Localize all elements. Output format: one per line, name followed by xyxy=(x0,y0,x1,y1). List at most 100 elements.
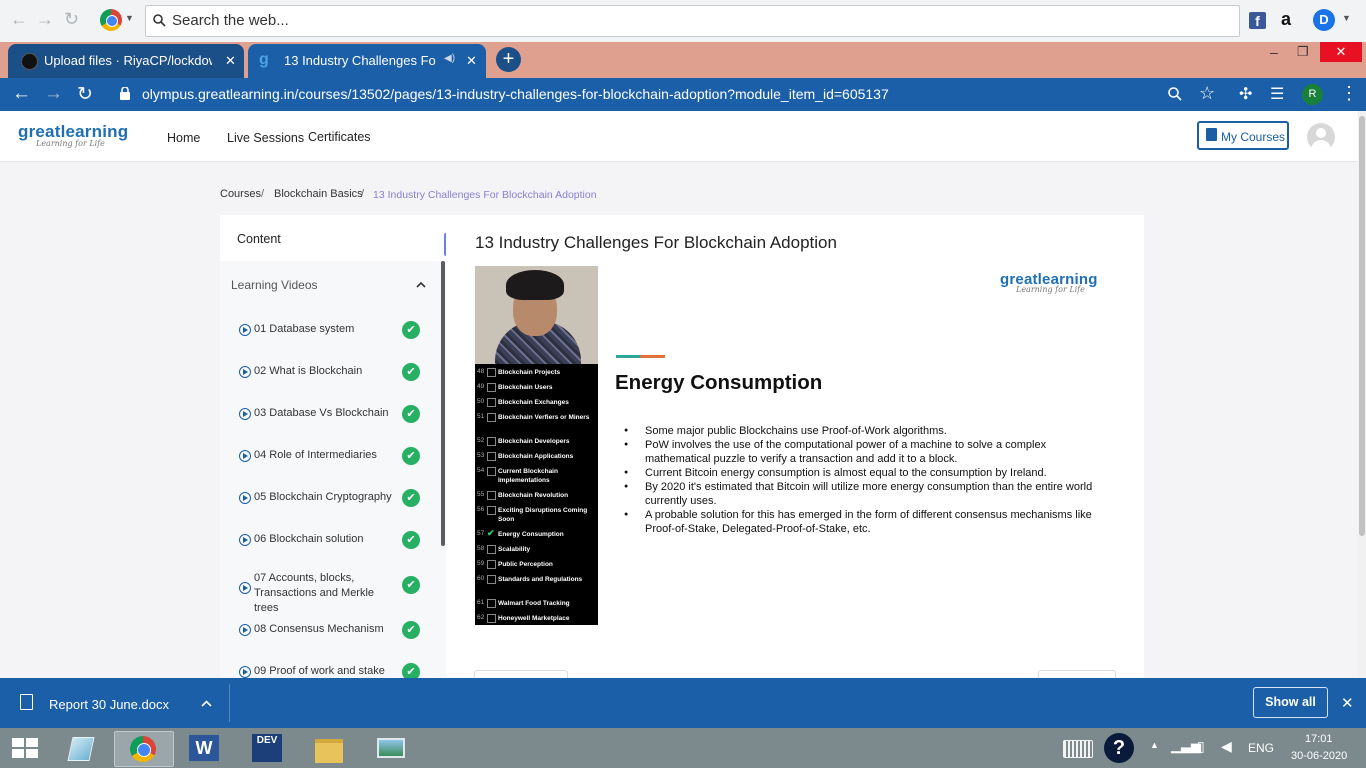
close-window-button[interactable]: ✕ xyxy=(1320,42,1362,62)
lock-icon[interactable] xyxy=(120,87,130,100)
lesson-item[interactable]: 04 Role of Intermediaries ✔ xyxy=(239,436,429,476)
facebook-icon[interactable]: f xyxy=(1249,12,1266,29)
forward-icon[interactable]: → xyxy=(36,9,54,30)
amazon-icon[interactable]: a xyxy=(1281,9,1291,30)
lesson-item[interactable]: 08 Consensus Mechanism ✔ xyxy=(239,610,429,650)
lesson-item[interactable]: 03 Database Vs Blockchain ✔ xyxy=(239,394,429,434)
play-icon xyxy=(239,450,251,462)
profile-avatar[interactable]: R xyxy=(1302,84,1323,105)
close-downloads-button[interactable]: ✕ xyxy=(1341,694,1354,712)
slide-bullet: Some major public Blockchains use Proof-… xyxy=(624,424,1096,438)
my-courses-button[interactable]: My Courses xyxy=(1197,121,1289,150)
slide-accent-bar xyxy=(616,355,640,358)
close-tab-icon[interactable]: ✕ xyxy=(225,53,236,69)
maximize-button[interactable]: ❐ xyxy=(1297,44,1309,60)
lesson-item[interactable]: 01 Database system ✔ xyxy=(239,310,429,350)
site-header: greatlearning Learning for Life Home Liv… xyxy=(0,111,1366,162)
tab-blockchain-adoption[interactable]: g 13 Industry Challenges For Bl ◀) ✕ xyxy=(248,44,486,78)
search-placeholder: Search the web... xyxy=(172,12,289,29)
breadcrumb-courses[interactable]: Courses xyxy=(220,188,261,200)
task-view-icon[interactable] xyxy=(62,731,98,765)
zoom-icon[interactable] xyxy=(1168,87,1182,101)
clock-time[interactable]: 17:01 xyxy=(1305,733,1333,745)
play-icon xyxy=(239,534,251,546)
completed-check-icon: ✔ xyxy=(402,576,420,594)
divider xyxy=(229,684,230,722)
download-filename[interactable]: Report 30 June.docx xyxy=(49,697,169,712)
completed-check-icon: ✔ xyxy=(402,489,420,507)
lesson-item[interactable]: 06 Blockchain solution ✔ xyxy=(239,520,429,560)
web-search-box[interactable]: Search the web... xyxy=(145,5,1240,37)
breadcrumb-blockchain-basics[interactable]: Blockchain Basics xyxy=(274,188,363,200)
extension-d-icon[interactable]: D xyxy=(1313,9,1335,31)
completed-check-icon: ✔ xyxy=(402,447,420,465)
lesson-item[interactable]: 09 Proof of work and stake ✔ xyxy=(239,652,429,678)
chrome-taskbar-icon[interactable] xyxy=(114,731,174,767)
forward-icon[interactable]: → xyxy=(44,83,63,105)
lesson-title: 06 Blockchain solution xyxy=(254,533,364,545)
chevron-down-icon[interactable]: ▼ xyxy=(125,13,134,23)
slide-bullet: A probable solution for this has emerged… xyxy=(624,508,1096,536)
new-tab-button[interactable]: + xyxy=(496,47,521,72)
completed-check-icon: ✔ xyxy=(402,405,420,423)
play-icon xyxy=(239,366,251,378)
tab-upload-files[interactable]: Upload files · RiyaCP/lockdown-c ✕ xyxy=(8,44,244,78)
media-queue-icon[interactable]: ☰ xyxy=(1270,84,1284,104)
menu-kebab-icon[interactable]: ⋮ xyxy=(1340,83,1358,104)
lesson-item[interactable]: 07 Accounts, blocks, Transactions and Me… xyxy=(239,566,429,614)
greatlearning-logo[interactable]: greatlearning Learning for Life xyxy=(18,122,128,148)
windows-start-icon[interactable] xyxy=(12,738,38,758)
slide-title: Energy Consumption xyxy=(615,371,823,394)
dev-cpp-icon[interactable]: DEV xyxy=(249,731,285,765)
back-icon[interactable]: ← xyxy=(10,9,28,30)
clock-date[interactable]: 30-06-2020 xyxy=(1291,750,1347,762)
lesson-title: 03 Database Vs Blockchain xyxy=(254,407,389,419)
page-scrollbar[interactable] xyxy=(1358,111,1366,678)
url-field[interactable]: olympus.greatlearning.in/courses/13502/p… xyxy=(142,86,889,102)
user-avatar[interactable] xyxy=(1307,123,1335,151)
reload-icon[interactable]: ↻ xyxy=(64,9,79,30)
slide-logo: greatlearning Learning for Life xyxy=(1000,271,1098,294)
nav-certificates[interactable]: Certificates xyxy=(308,130,371,144)
help-icon[interactable]: ? xyxy=(1104,733,1134,763)
completed-check-icon: ✔ xyxy=(402,621,420,639)
lesson-item[interactable]: 02 What is Blockchain ✔ xyxy=(239,352,429,392)
downloads-bar: Report 30 June.docx Show all ✕ xyxy=(0,678,1366,728)
chrome-logo-icon[interactable] xyxy=(100,9,122,31)
file-explorer-icon[interactable] xyxy=(311,731,347,765)
lesson-item[interactable]: 05 Blockchain Cryptography ✔ xyxy=(239,478,429,518)
show-all-button[interactable]: Show all xyxy=(1253,687,1328,718)
section-title[interactable]: Learning Videos xyxy=(231,278,318,292)
audio-playing-icon[interactable]: ◀) xyxy=(444,53,455,64)
language-indicator[interactable]: ENG xyxy=(1248,741,1274,755)
back-icon[interactable]: ← xyxy=(12,83,31,105)
close-tab-icon[interactable]: ✕ xyxy=(466,53,477,69)
reload-icon[interactable]: ↻ xyxy=(77,83,93,106)
chevron-down-icon[interactable]: ▼ xyxy=(1342,13,1351,23)
keyboard-icon[interactable] xyxy=(1063,740,1093,758)
page-title: 13 Industry Challenges For Blockchain Ad… xyxy=(475,233,837,252)
show-hidden-icons-icon[interactable]: ▲ xyxy=(1150,740,1159,750)
chevron-up-icon[interactable] xyxy=(201,700,212,707)
volume-icon[interactable]: ◀ xyxy=(1221,738,1232,755)
tab-strip: Upload files · RiyaCP/lockdown-c ✕ g 13 … xyxy=(0,42,1366,78)
windows-taskbar: W DEV ? ▲ ▁▃▅ ▯ ◀ ENG 17:01 30-06-2020 xyxy=(0,728,1366,768)
photos-icon[interactable] xyxy=(373,731,409,765)
book-icon xyxy=(1206,128,1217,141)
sidebar-scrollbar[interactable] xyxy=(441,261,445,546)
nav-home[interactable]: Home xyxy=(167,131,200,145)
bookmark-star-icon[interactable]: ☆ xyxy=(1199,83,1215,104)
presenter-video[interactable] xyxy=(475,266,598,364)
extensions-puzzle-icon[interactable]: ✣ xyxy=(1239,84,1252,104)
completed-check-icon: ✔ xyxy=(402,321,420,339)
slide-bullet: By 2020 it's estimated that Bitcoin will… xyxy=(624,480,1096,508)
chevron-up-icon[interactable] xyxy=(416,281,426,288)
play-icon xyxy=(239,582,251,594)
word-icon[interactable]: W xyxy=(186,731,222,765)
battery-icon[interactable]: ▯ xyxy=(1197,738,1205,755)
slide-bullet: Current Bitcoin energy consumption is al… xyxy=(624,466,1096,480)
minimize-button[interactable]: – xyxy=(1270,44,1278,60)
play-icon xyxy=(239,666,251,678)
nav-live-sessions[interactable]: Live Sessions xyxy=(227,131,304,145)
lesson-title: 05 Blockchain Cryptography xyxy=(254,491,392,503)
